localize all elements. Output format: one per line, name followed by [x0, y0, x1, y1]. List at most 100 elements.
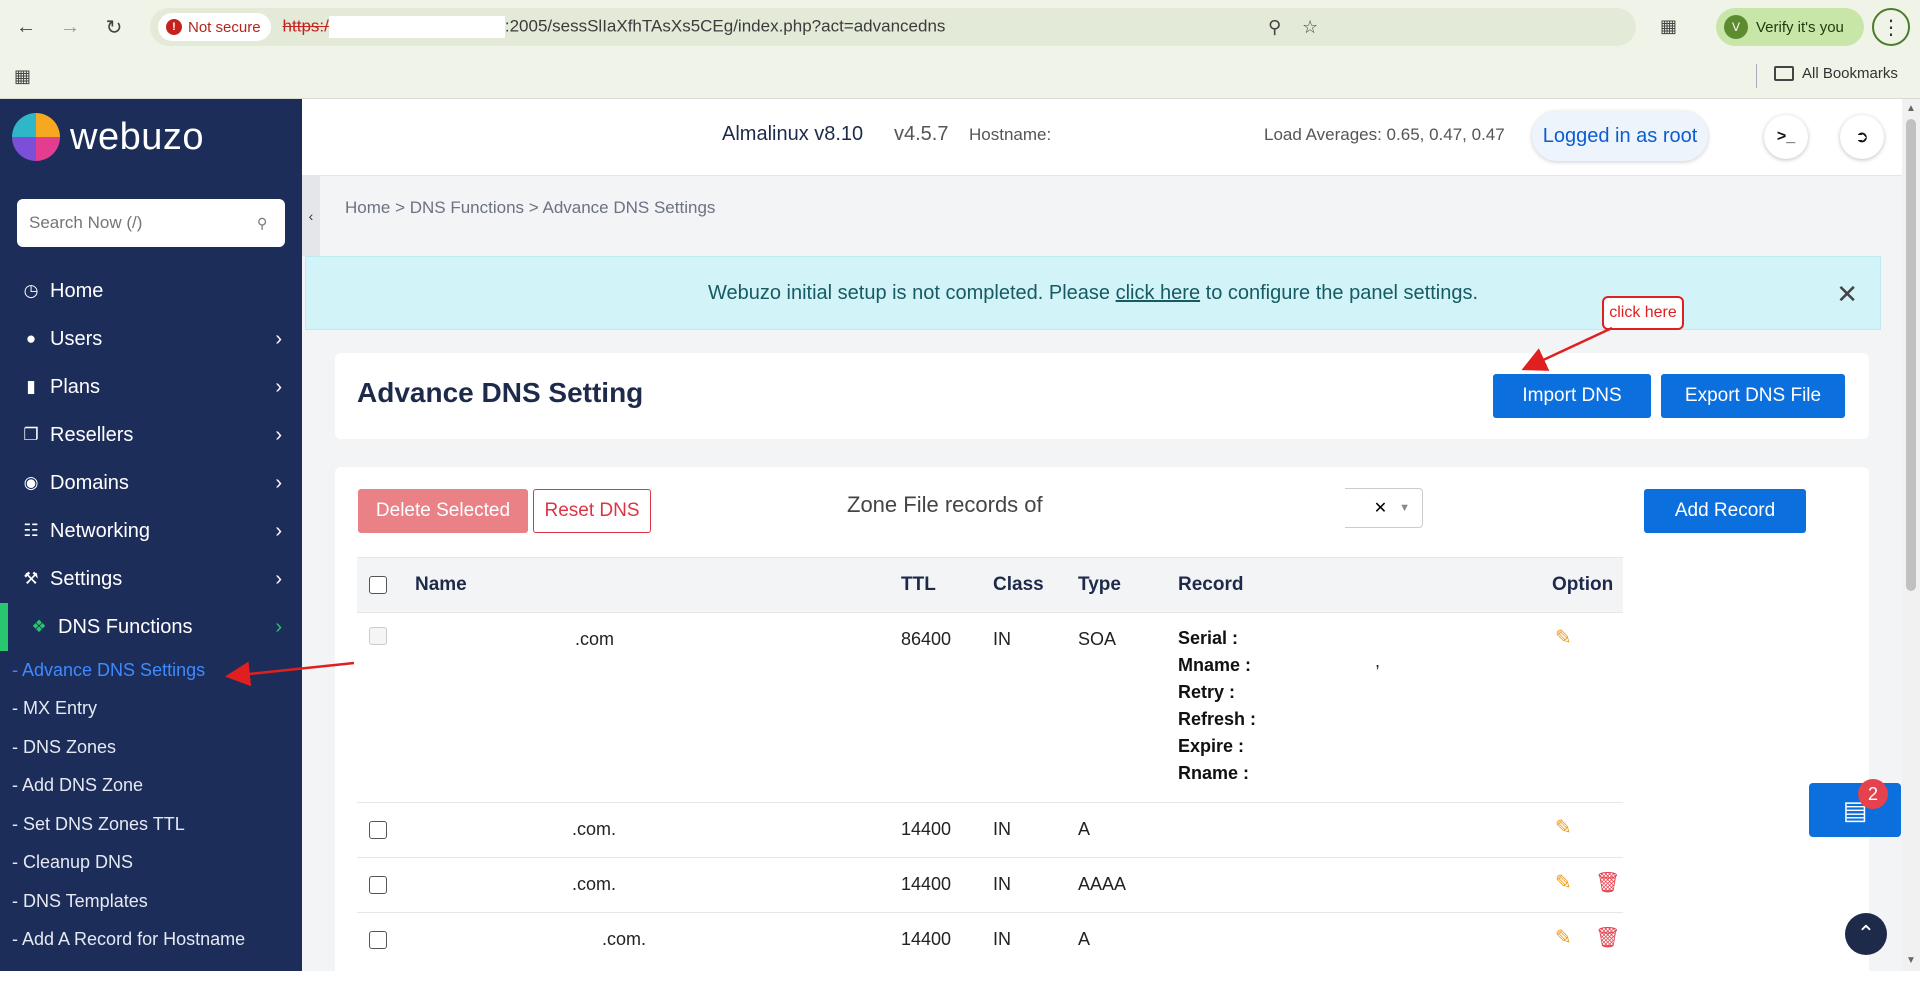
all-bookmarks[interactable]: All Bookmarks — [1774, 65, 1898, 82]
record-name: .com. — [572, 819, 617, 839]
url-redacted — [328, 16, 505, 38]
delete-selected-button[interactable]: Delete Selected — [358, 489, 528, 533]
row-checkbox[interactable] — [369, 931, 387, 949]
verify-label: Verify it's you — [1756, 18, 1844, 36]
row-checkbox[interactable] — [369, 821, 387, 839]
bookmarks-bar: ▦ All Bookmarks — [0, 54, 1920, 99]
sidebar-item-domains[interactable]: ◉ Domains › — [0, 459, 302, 507]
url-path: :2005/sessSlIaXfhTAsXs5CEg/index.php?act… — [504, 16, 946, 36]
dns-icon: ❖ — [31, 617, 47, 636]
search-input[interactable] — [17, 199, 285, 247]
clear-selection-icon[interactable]: ✕ — [1374, 498, 1387, 518]
row-checkbox — [369, 627, 387, 645]
scroll-to-top-button[interactable]: ⌃ — [1845, 913, 1887, 955]
submenu-add-a-record-hostname[interactable]: - Add A Record for Hostname — [0, 921, 302, 960]
export-dns-button[interactable]: Export DNS File — [1661, 374, 1845, 418]
soa-rname: Rname : — [1178, 763, 1250, 783]
submenu-set-dns-zones-ttl[interactable]: - Set DNS Zones TTL — [0, 805, 302, 844]
logged-in-button[interactable]: Logged in as root — [1532, 111, 1708, 161]
address-bar[interactable]: ! Not secure https:/ :2005/sessSlIaXfhTAs… — [150, 8, 1636, 46]
trash-icon[interactable]: 🗑 — [1595, 925, 1620, 950]
edit-icon[interactable]: ✎ — [1555, 925, 1572, 950]
not-secure-chip[interactable]: ! Not secure — [158, 13, 271, 41]
url-text: https:/ :2005/sessSlIaXfhTAsXs5CEg/index.… — [282, 16, 946, 38]
sidebar-item-label: Home — [50, 279, 104, 302]
submenu-advance-dns-settings[interactable]: - Advance DNS Settings — [0, 651, 302, 690]
sidebar-item-plans[interactable]: ▮ Plans › — [0, 363, 302, 411]
trash-icon[interactable]: 🗑 — [1595, 870, 1620, 895]
row-checkbox[interactable] — [369, 876, 387, 894]
sidebar-item-label: DNS Functions — [58, 615, 193, 638]
submenu-mx-entry[interactable]: - MX Entry — [0, 690, 302, 729]
url-scheme: https:/ — [282, 16, 329, 36]
col-option: Option — [1552, 574, 1614, 595]
extensions-icon[interactable]: ▦ — [1660, 16, 1677, 37]
records-table: Name TTL Class Type Record Option .com 8… — [357, 557, 1623, 968]
soa-expire: Expire : — [1178, 736, 1245, 756]
sidebar-item-networking[interactable]: ☷ Networking › — [0, 507, 302, 555]
verify-button[interactable]: V Verify it's you — [1716, 8, 1864, 46]
zoom-icon[interactable]: ⚲ — [1268, 17, 1281, 38]
record-ttl: 14400 — [901, 819, 952, 839]
reload-icon[interactable]: ↻ — [96, 9, 132, 45]
edit-icon[interactable]: ✎ — [1555, 815, 1572, 840]
close-icon[interactable]: ✕ — [1836, 279, 1858, 310]
record-name: .com — [575, 629, 615, 649]
collapse-sidebar-icon[interactable]: ‹ — [302, 176, 320, 256]
record-type: A — [1078, 929, 1091, 949]
menu-kebab-icon[interactable]: ⋮ — [1872, 8, 1910, 46]
sidebar-item-users[interactable]: ● Users › — [0, 315, 302, 363]
record-ttl: 86400 — [901, 629, 952, 649]
soa-comma: , — [1375, 651, 1381, 671]
submenu-dns-zones[interactable]: - DNS Zones — [0, 728, 302, 767]
scroll-up-arrow-icon[interactable]: ▲ — [1906, 103, 1916, 114]
webuzo-logo[interactable]: webuzo — [12, 113, 204, 161]
soa-retry: Retry : — [1178, 682, 1236, 702]
submenu-add-dns-zone[interactable]: - Add DNS Zone — [0, 767, 302, 806]
page-scrollbar[interactable]: ▲ ▼ — [1902, 99, 1920, 971]
zone-select[interactable]: ✕ ▼ — [1345, 488, 1423, 528]
sidebar-item-settings[interactable]: ⚒ Settings › — [0, 555, 302, 603]
page-title: Advance DNS Setting — [357, 377, 644, 408]
apps-grid-icon[interactable]: ▦ — [14, 66, 31, 87]
chevron-right-icon: › — [275, 375, 282, 398]
sidebar-item-label: Settings — [50, 567, 123, 590]
logout-icon[interactable]: ➲ — [1840, 115, 1884, 159]
select-all-checkbox[interactable] — [369, 576, 387, 594]
submenu-dns-templates[interactable]: - DNS Templates — [0, 882, 302, 921]
sidebar-item-label: Plans — [50, 375, 101, 398]
zone-file-label: Zone File records of — [847, 492, 1043, 517]
hostname-label: Hostname: — [969, 125, 1052, 144]
forward-icon[interactable]: → — [52, 9, 88, 45]
sidebar: webuzo ⚲ ◷ Home ● Users › ▮ Plans › ❐ Re… — [0, 99, 302, 971]
reset-dns-button[interactable]: Reset DNS — [533, 489, 651, 533]
record-ttl: 14400 — [901, 874, 952, 894]
scroll-down-arrow-icon[interactable]: ▼ — [1906, 955, 1916, 966]
edit-icon[interactable]: ✎ — [1555, 625, 1572, 650]
bookmarks-separator — [1756, 64, 1757, 88]
record-type: AAAA — [1078, 874, 1127, 894]
record-class: IN — [993, 929, 1011, 949]
add-record-button[interactable]: Add Record — [1644, 489, 1806, 533]
import-dns-button[interactable]: Import DNS — [1493, 374, 1651, 418]
star-icon[interactable]: ☆ — [1302, 17, 1318, 38]
scroll-thumb[interactable] — [1906, 119, 1916, 591]
sidebar-item-resellers[interactable]: ❐ Resellers › — [0, 411, 302, 459]
click-here-annotation: click here — [1602, 296, 1684, 330]
sidebar-item-dns-functions[interactable]: ❖ DNS Functions › — [0, 603, 302, 651]
book-icon: ▮ — [26, 377, 36, 396]
soa-mname: Mname : — [1178, 655, 1252, 675]
submenu-cleanup-dns[interactable]: - Cleanup DNS — [0, 844, 302, 883]
soa-record-fields: Serial : Mname : Retry : Refresh : Expir… — [1178, 625, 1256, 787]
record-type: SOA — [1078, 629, 1117, 649]
back-icon[interactable]: ← — [8, 9, 44, 45]
edit-icon[interactable]: ✎ — [1555, 870, 1572, 895]
sidebar-item-home[interactable]: ◷ Home — [0, 267, 302, 315]
terminal-icon[interactable]: >_ — [1764, 115, 1808, 159]
soa-serial: Serial : — [1178, 628, 1239, 648]
title-card: Advance DNS Setting Import DNS Export DN… — [335, 353, 1869, 439]
record-type: A — [1078, 819, 1091, 839]
table-row: .com 86400 IN SOA Serial : Mname : Retry… — [357, 613, 1623, 803]
alert-link[interactable]: click here — [1116, 282, 1200, 305]
load-averages: Load Averages: 0.65, 0.47, 0.47 — [1264, 125, 1505, 144]
